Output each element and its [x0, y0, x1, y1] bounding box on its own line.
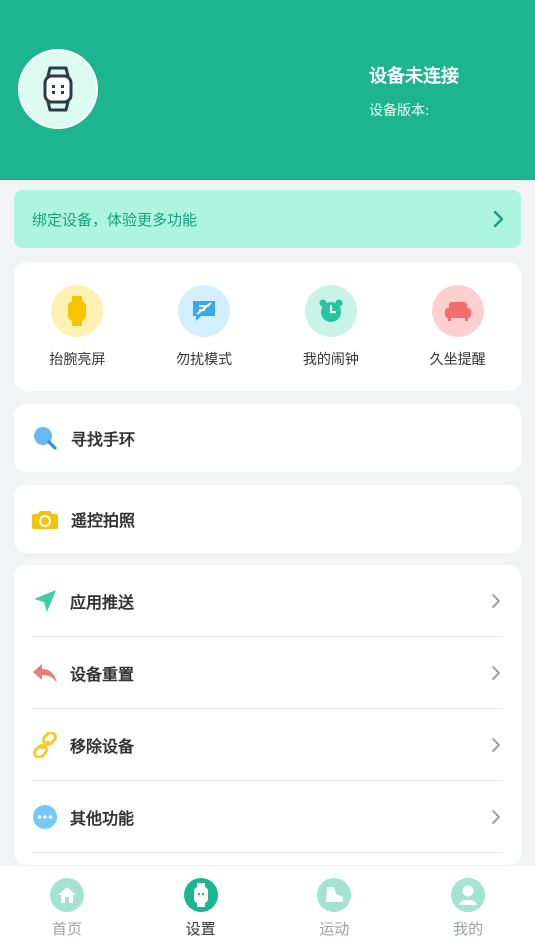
shoe-icon	[317, 878, 352, 912]
settings-item-other[interactable]: 其他功能	[32, 781, 503, 853]
settings-item-label: 设备重置	[70, 664, 135, 684]
watch-icon	[43, 66, 73, 112]
quick-action-do-not-disturb[interactable]: 勿扰模式	[141, 262, 268, 391]
tab-sport[interactable]: 运动	[268, 866, 402, 951]
more-dots-icon	[33, 804, 57, 829]
tab-label: 运动	[319, 920, 350, 938]
tab-home[interactable]: 首页	[0, 866, 134, 951]
bottom-tab-bar: 首页 设置 运动 我的	[0, 866, 535, 951]
device-header: 设备未连接 设备版本:	[0, 0, 535, 180]
device-avatar[interactable]	[18, 49, 98, 129]
tab-label: 设置	[185, 920, 216, 938]
watch-raise-icon	[51, 285, 104, 337]
quick-action-raise-wake[interactable]: 抬腕亮屏	[14, 262, 141, 391]
quick-action-label: 勿扰模式	[176, 352, 233, 368]
device-status: 设备未连接	[369, 66, 459, 87]
quick-action-label: 久坐提醒	[429, 352, 486, 368]
find-band-row[interactable]: 寻找手环	[14, 404, 521, 472]
no-disturb-message-icon	[178, 285, 231, 337]
bind-device-banner[interactable]: 绑定设备，体验更多功能	[14, 190, 521, 248]
settings-item-reset[interactable]: 设备重置	[32, 637, 503, 709]
chevron-right-icon	[493, 210, 504, 228]
quick-action-label: 我的闹钟	[302, 352, 359, 368]
home-icon	[49, 878, 84, 912]
tab-settings[interactable]: 设置	[134, 866, 268, 951]
quick-actions-card: 抬腕亮屏 勿扰模式 我的闹钟 久坐提醒	[14, 262, 521, 391]
tab-label: 我的	[453, 920, 484, 938]
watch-icon	[183, 878, 218, 912]
quick-action-label: 抬腕亮屏	[49, 352, 106, 368]
remote-photo-label: 遥控拍照	[71, 511, 136, 530]
device-version: 设备版本:	[369, 100, 430, 120]
quick-action-alarm[interactable]: 我的闹钟	[268, 262, 395, 391]
settings-item-label: 应用推送	[70, 592, 135, 612]
remote-photo-row[interactable]: 遥控拍照	[14, 485, 521, 553]
unlink-icon	[33, 731, 57, 758]
bind-device-text: 绑定设备，体验更多功能	[32, 210, 198, 229]
camera-icon	[32, 511, 58, 529]
reset-arrow-icon	[33, 663, 57, 683]
settings-item-remove-device[interactable]: 移除设备	[32, 709, 503, 781]
chevron-right-icon	[492, 593, 500, 608]
quick-action-sedentary[interactable]: 久坐提醒	[394, 262, 521, 391]
alarm-clock-icon	[304, 285, 357, 337]
chevron-right-icon	[492, 665, 500, 680]
chevron-right-icon	[492, 809, 500, 824]
device-version-label: 设备版本:	[369, 103, 430, 119]
send-icon	[34, 589, 56, 612]
settings-item-app-push[interactable]: 应用推送	[32, 565, 503, 637]
find-band-label: 寻找手环	[71, 430, 136, 449]
chevron-right-icon	[492, 737, 500, 752]
settings-item-label: 其他功能	[70, 808, 135, 828]
sofa-icon	[431, 285, 484, 337]
tab-label: 首页	[51, 920, 82, 938]
user-icon	[451, 878, 486, 912]
settings-item-label: 移除设备	[70, 736, 135, 756]
settings-list-card: 应用推送 设备重置 移除设备 其他功能	[14, 565, 521, 865]
tab-mine[interactable]: 我的	[401, 866, 535, 951]
search-icon	[34, 427, 57, 450]
